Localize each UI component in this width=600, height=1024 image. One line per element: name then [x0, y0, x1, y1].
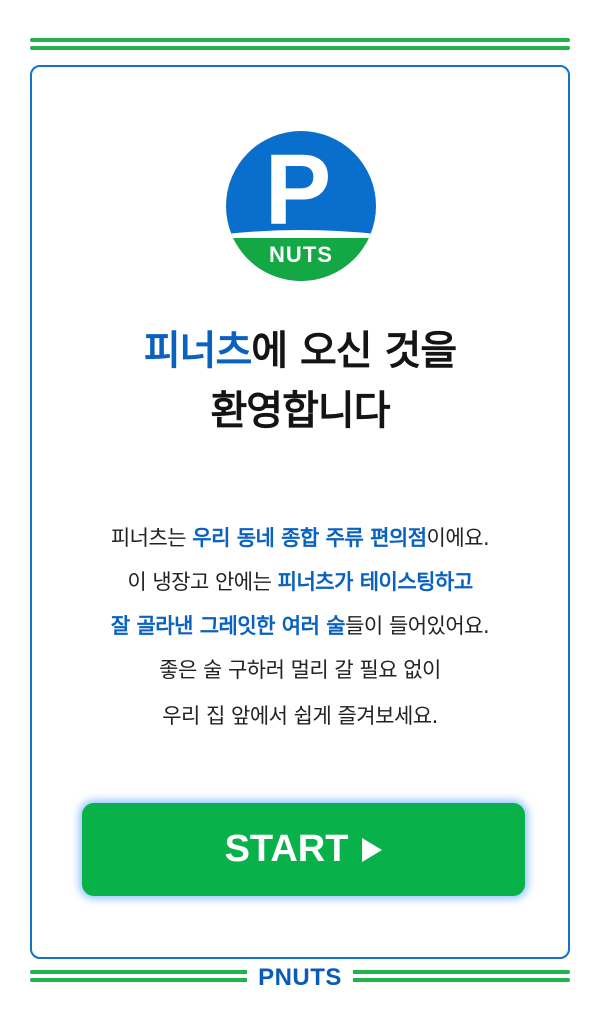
- desc-text: 들이 들어있어요.: [345, 614, 490, 638]
- desc-highlight: 우리 동네 종합 주류 편의점: [192, 526, 427, 550]
- play-icon: [362, 837, 383, 862]
- desc-highlight: 잘 골라낸 그레잇한 여러 술: [110, 614, 346, 638]
- desc-highlight: 피너츠가 테이스팅하고: [277, 570, 474, 594]
- logo-letter: P: [265, 134, 332, 246]
- pnuts-logo: P NUTS: [226, 126, 376, 286]
- brand-name: 피너츠: [143, 328, 252, 374]
- description-line5: 우리 집 앞에서 쉽게 즐겨보세요.: [162, 704, 438, 728]
- start-label: START: [224, 828, 349, 870]
- description-line1: 피너츠는 우리 동네 종합 주류 편의점이에요.: [30, 522, 570, 552]
- top-stripe-1: [30, 38, 570, 42]
- welcome-heading-line2: 환영합니다: [210, 388, 391, 434]
- logo-word: NUTS: [269, 242, 333, 267]
- welcome-line1-text: 에 오신 것을: [251, 328, 457, 374]
- top-stripe-2: [30, 46, 570, 50]
- description-line3: 잘 골라낸 그레잇한 여러 술들이 들어있어요.: [30, 610, 570, 640]
- start-button[interactable]: START: [82, 803, 525, 896]
- desc-text: 이에요.: [426, 526, 490, 550]
- desc-text: 이 냉장고 안에는: [127, 570, 278, 594]
- description-line4: 좋은 술 구하러 멀리 갈 필요 없이: [159, 658, 441, 682]
- footer-brand: PNUTS: [247, 965, 353, 991]
- description-line2: 이 냉장고 안에는 피너츠가 테이스팅하고: [30, 566, 570, 596]
- desc-text: 피너츠는: [110, 526, 193, 550]
- welcome-heading-line1: 피너츠에 오신 것을: [30, 318, 570, 376]
